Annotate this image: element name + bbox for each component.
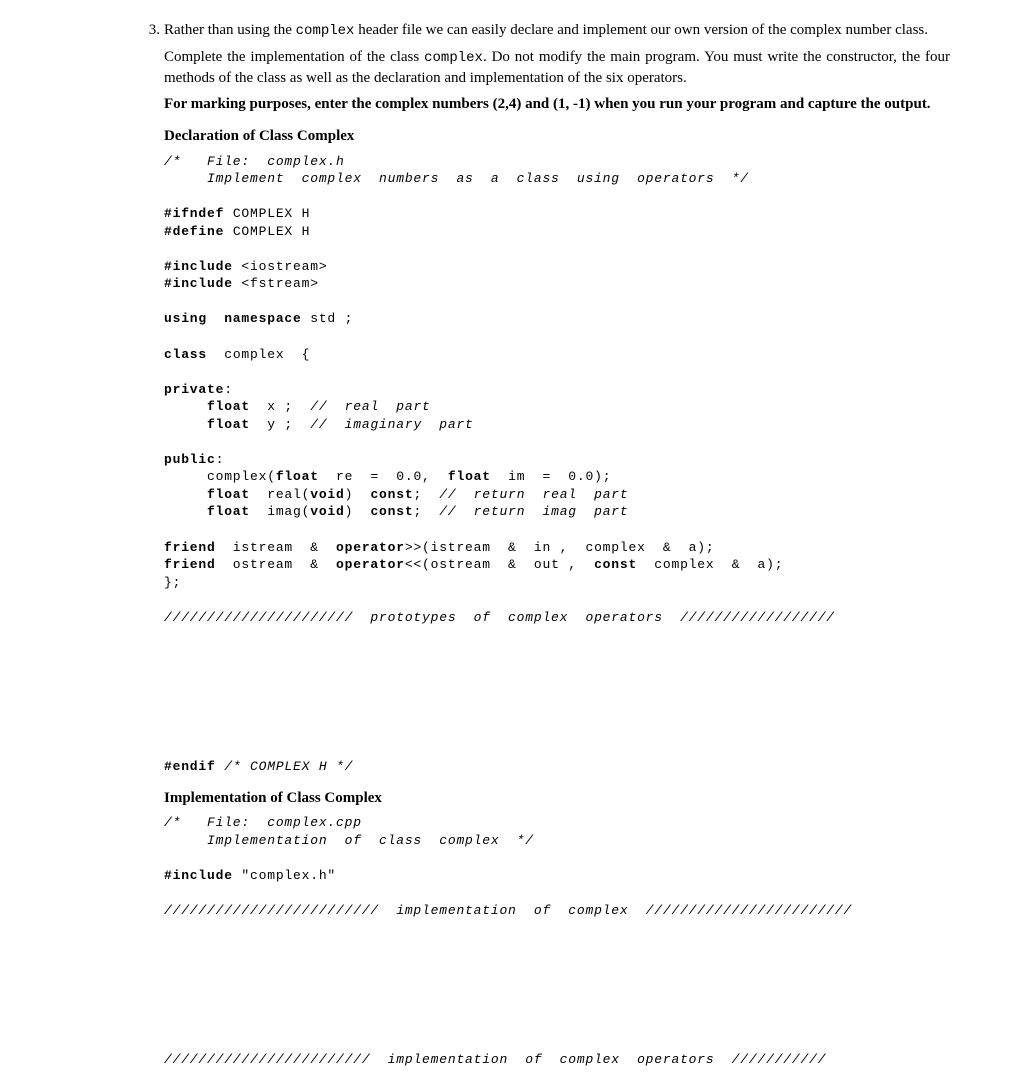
text: "complex.h" xyxy=(233,868,336,883)
comment: //////////////////////// implementation … xyxy=(164,1052,826,1067)
text: }; xyxy=(164,575,181,590)
inline-code: complex xyxy=(296,23,355,39)
blank-space xyxy=(164,632,950,752)
text: Complete the implementation of the class xyxy=(164,49,424,65)
text: complex( xyxy=(164,469,276,484)
keyword: float xyxy=(276,469,319,484)
keyword: #ifndef xyxy=(164,206,224,221)
keyword: operator xyxy=(336,557,405,572)
keyword: const xyxy=(370,504,413,519)
text: : xyxy=(216,452,225,467)
text: ) xyxy=(345,487,371,502)
keyword: #include xyxy=(164,276,233,291)
code-block-header: /* File: complex.h Implement complex num… xyxy=(164,153,950,627)
code-block-cpp: /* File: complex.cpp Implementation of c… xyxy=(164,814,950,919)
text: x ; xyxy=(250,399,310,414)
keyword: using namespace xyxy=(164,311,302,326)
keyword: friend xyxy=(164,540,216,555)
blank-space xyxy=(164,925,950,1045)
text: ; xyxy=(413,487,439,502)
section-heading-declaration: Declaration of Class Complex xyxy=(164,126,950,146)
text: complex { xyxy=(207,347,310,362)
keyword: float xyxy=(164,504,250,519)
inline-code: complex xyxy=(424,50,483,66)
text: >>(istream & in , complex & a); xyxy=(405,540,715,555)
list-item-3: 3.Rather than using the complex header f… xyxy=(140,20,950,1069)
keyword: float xyxy=(164,487,250,502)
keyword: void xyxy=(310,487,344,502)
text: ostream & xyxy=(216,557,336,572)
text xyxy=(216,759,225,774)
text: re = 0.0, xyxy=(319,469,448,484)
text: COMPLEX H xyxy=(224,224,310,239)
keyword: void xyxy=(310,504,344,519)
comment: Implement complex numbers as a class usi… xyxy=(164,171,749,186)
keyword: #endif xyxy=(164,759,216,774)
comment: /* File: complex.cpp xyxy=(164,815,362,830)
code-block-ops: //////////////////////// implementation … xyxy=(164,1051,950,1069)
text: std ; xyxy=(302,311,354,326)
keyword: #include xyxy=(164,259,233,274)
comment: // imaginary part xyxy=(310,417,473,432)
text: im = 0.0); xyxy=(491,469,611,484)
marking-instructions: For marking purposes, enter the complex … xyxy=(164,94,950,114)
text: y ; xyxy=(250,417,310,432)
text: ; xyxy=(413,504,439,519)
section-heading-implementation: Implementation of Class Complex xyxy=(164,788,950,808)
text: istream & xyxy=(216,540,336,555)
keyword: operator xyxy=(336,540,405,555)
comment: /* File: complex.h xyxy=(164,154,345,169)
comment: // real part xyxy=(310,399,430,414)
comment: // return real part xyxy=(439,487,628,502)
comment: /* COMPLEX H */ xyxy=(224,759,353,774)
comment: Implementation of class complex */ xyxy=(164,833,534,848)
keyword: #include xyxy=(164,868,233,883)
text: <<(ostream & out , xyxy=(405,557,594,572)
text: header file we can easily declare and im… xyxy=(354,22,928,38)
text: complex & a); xyxy=(637,557,783,572)
text: <iostream> xyxy=(233,259,328,274)
keyword: const xyxy=(370,487,413,502)
code-block-endif: #endif /* COMPLEX H */ xyxy=(164,758,950,776)
intro-paragraph-2: Complete the implementation of the class… xyxy=(164,47,950,88)
intro-paragraph-1: 3.Rather than using the complex header f… xyxy=(164,20,950,41)
text: imag( xyxy=(250,504,310,519)
comment: ///////////////////////// implementation… xyxy=(164,903,852,918)
keyword: float xyxy=(164,417,250,432)
item-number: 3. xyxy=(140,20,164,40)
text: ) xyxy=(345,504,371,519)
text: COMPLEX H xyxy=(224,206,310,221)
keyword: float xyxy=(164,399,250,414)
text: <fstream> xyxy=(233,276,319,291)
text: real( xyxy=(250,487,310,502)
keyword: public xyxy=(164,452,216,467)
keyword: private xyxy=(164,382,224,397)
comment: ////////////////////// prototypes of com… xyxy=(164,610,835,625)
keyword: friend xyxy=(164,557,216,572)
keyword: float xyxy=(448,469,491,484)
keyword: const xyxy=(594,557,637,572)
comment: // return imag part xyxy=(439,504,628,519)
text: Rather than using the xyxy=(164,22,296,38)
keyword: #define xyxy=(164,224,224,239)
document-page: 3.Rather than using the complex header f… xyxy=(140,20,950,1069)
keyword: class xyxy=(164,347,207,362)
text: : xyxy=(224,382,233,397)
